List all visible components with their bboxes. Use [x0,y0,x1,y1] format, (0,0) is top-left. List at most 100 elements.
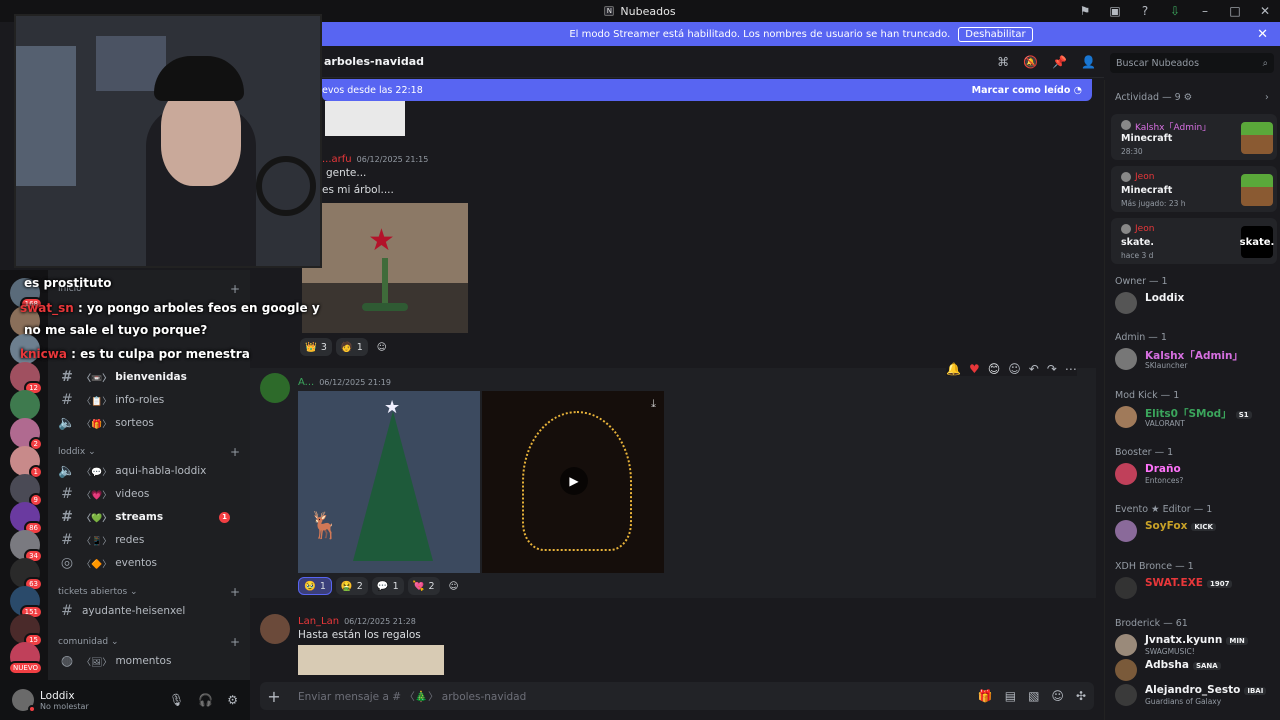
christmas-tree-photo[interactable]: ★ 🦌 [298,391,480,573]
avatar[interactable] [12,689,36,713]
activity-card[interactable]: Kalshx「Admin」 Minecraft 28:30 [1111,114,1277,160]
microphone-icon[interactable]: 🎙 [169,693,184,707]
download-icon[interactable]: ⤓ [651,397,656,411]
sticker-icon[interactable]: ▧ [1028,689,1039,703]
forward-icon[interactable]: ↷ [1047,362,1057,376]
activity-header[interactable]: Actividad — 9 ⚙ › [1115,92,1269,103]
play-icon[interactable]: ▶ [560,467,588,495]
member-list-icon[interactable]: 👤 [1081,55,1096,69]
reaction-pleading[interactable]: 🥹 1 [298,577,332,595]
member-item[interactable]: Jvnatx.kyunn MIN SWAGMUSIC! [1115,632,1275,658]
message-text: gente... [326,167,367,179]
inbox-flag-icon[interactable]: ⚑ [1078,4,1092,18]
member-item[interactable]: Loddix [1115,290,1275,316]
new-messages-bar[interactable]: evos desde las 22:18 Marcar como leído ◔ [322,79,1092,101]
member-item[interactable]: Adbsha SANA [1115,657,1275,683]
gifts-photo-attachment[interactable] [298,645,444,675]
channel-sorteos[interactable]: 🔈 〈🎁〉 sorteos [58,413,240,433]
add-channel-icon[interactable]: + [230,636,240,648]
reaction-heart[interactable]: 💘 2 [407,577,440,595]
apps-icon[interactable]: ✣ [1076,689,1086,703]
smile-icon[interactable]: 😊 [988,362,1001,376]
message-author[interactable]: ...arfu 06/12/2025 21:15 [322,154,428,165]
close-window-icon[interactable]: ✕ [1258,4,1272,18]
author-name: A... [298,377,315,388]
close-icon[interactable]: ✕ [1257,27,1268,42]
notification-bell-icon[interactable]: 🔕 [1023,55,1038,69]
maximize-icon[interactable]: □ [1228,4,1242,18]
search-input[interactable]: Buscar Nubeados ⌕ [1110,53,1274,73]
category-loddix[interactable]: loddix ⌄ + [58,446,240,458]
channel-info-roles[interactable]: # 〈📋〉 info-roles [58,390,240,410]
server-icon[interactable]: 15 [10,614,43,647]
category-tickets[interactable]: tickets abiertos ⌄ + [58,586,240,598]
more-icon[interactable]: ⋯ [1065,362,1077,376]
member-item[interactable]: Elits0「SMod」 S1 VALORANT [1115,404,1275,430]
category-comunidad[interactable]: comunidad ⌄ + [58,636,240,648]
message-author[interactable]: A... 06/12/2025 21:19 [298,377,391,388]
server-icon[interactable] [10,390,40,420]
add-reaction-icon[interactable]: ☺ [372,338,392,356]
channel-momentos[interactable]: ◍ 〈🖼〉 momentos [58,651,240,671]
emoji-icon[interactable]: ☺ [1051,689,1064,703]
server-icon[interactable]: 2 [10,418,43,451]
add-reaction-icon[interactable]: ☺ [1008,362,1021,376]
attachment-image[interactable] [325,101,405,136]
message-composer[interactable]: + Enviar mensaje a # 〈🎄〉 arboles-navidad… [260,682,1094,710]
threads-icon[interactable]: ⌘ [997,55,1009,69]
christmas-lights-video[interactable]: ▶ ⤓ [482,391,664,573]
avatar[interactable] [260,614,290,644]
member-item[interactable]: Alejandro_Sesto IBAI Guardians of Galaxy [1115,682,1275,708]
settings-gear-icon[interactable]: ⚙ [227,693,238,707]
member-item[interactable]: SWAT.EXE 1907 [1115,575,1275,601]
channel-bienvenidas[interactable]: # 〈📼〉 bienvenidas [58,367,240,387]
server-icon[interactable]: 86 [10,502,43,535]
server-icon[interactable]: 151 [10,586,43,619]
member-item[interactable]: Kalshx「Admin」 SKlauncher [1115,346,1275,372]
tree-photo-attachment[interactable]: ★ [302,203,468,333]
member-item[interactable]: Draño Entonces? [1115,461,1275,487]
mark-read-button[interactable]: Marcar como leído ◔ [972,85,1082,96]
avatar[interactable] [260,373,290,403]
server-icon[interactable]: 9 [10,474,43,507]
server-icon[interactable]: 34 [10,530,43,563]
reaction-crown[interactable]: 👑 3 [300,338,332,356]
server-icon[interactable]: 63 [10,558,43,591]
download-icon[interactable]: ⇩ [1168,4,1182,18]
help-icon[interactable]: ? [1138,4,1152,18]
headphones-icon[interactable]: 🎧 [198,693,213,707]
gift-icon[interactable]: 🎁 [978,689,993,703]
channel-streams[interactable]: # 〈💚〉 streams 1 [58,507,240,527]
server-icon[interactable]: 1 [10,446,43,479]
disable-streamer-button[interactable]: Deshabilitar [958,26,1033,42]
server-icon[interactable]: NUEVO [8,642,43,675]
server-icon[interactable]: 12 [10,362,43,395]
reaction-sick[interactable]: 🤮 2 [335,577,368,595]
screen-share-icon[interactable]: ▣ [1108,4,1122,18]
add-reaction-icon[interactable]: ☺ [444,577,464,595]
activity-card[interactable]: Jeon Minecraft Más jugado: 23 h [1111,166,1277,212]
attach-plus-icon[interactable]: + [260,687,288,706]
gif-icon[interactable]: ▤ [1005,689,1016,703]
user-info[interactable]: Loddix No molestar [40,690,89,711]
channel-eventos[interactable]: ◎ 〈🔶〉 eventos [58,553,240,573]
reaction-person[interactable]: 🧑 1 [335,338,368,356]
channel-videos[interactable]: # 〈💗〉 videos [58,484,240,504]
heart-icon[interactable]: ♥ [969,362,980,376]
message-author[interactable]: Lan_Lan 06/12/2025 21:28 [298,616,416,627]
reply-icon[interactable]: ↶ [1029,362,1039,376]
minimize-icon[interactable]: – [1198,4,1212,18]
add-channel-icon[interactable]: + [230,586,240,598]
add-channel-icon[interactable]: + [230,283,240,295]
pin-icon[interactable]: 📌 [1052,55,1067,69]
channel-ayudante-heisenxel[interactable]: # ayudante-heisenxel [58,601,240,621]
chevron-right-icon[interactable]: › [1265,92,1269,103]
activity-card[interactable]: Jeon skate. hace 3 d skate. [1111,218,1277,264]
channel-redes[interactable]: # 〈📱〉 redes [58,530,240,550]
reaction-quick-icon[interactable]: 🔔 [946,362,961,376]
channel-label: eventos [115,557,158,569]
add-channel-icon[interactable]: + [230,446,240,458]
channel-aqui-habla-loddix[interactable]: 🔈 〈💬〉 aqui-habla-loddix [58,461,240,481]
reaction-speech[interactable]: 💬 1 [371,577,404,595]
member-item[interactable]: SoyFox KICK [1115,518,1275,544]
